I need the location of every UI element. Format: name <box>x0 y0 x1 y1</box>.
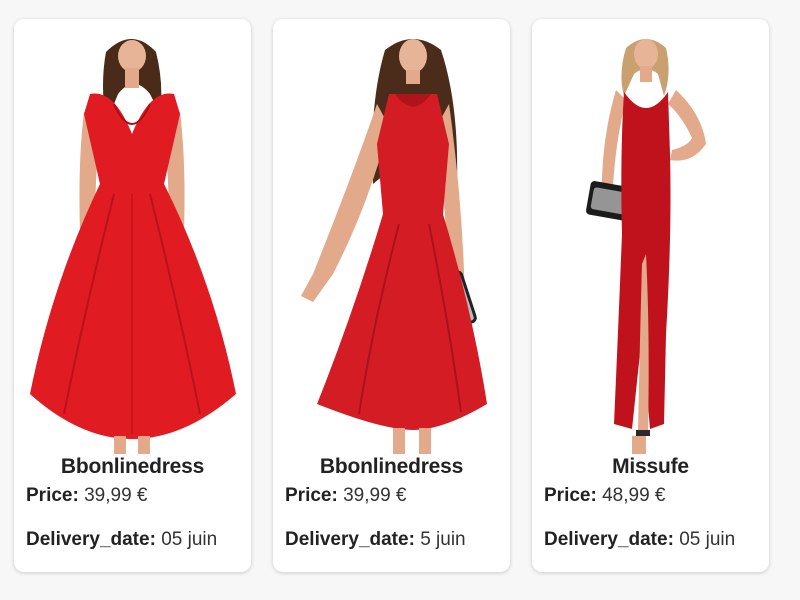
product-title[interactable]: Bbonlinedress <box>14 455 251 479</box>
product-title[interactable]: Bbonlinedress <box>273 455 510 479</box>
price-value: 39,99 € <box>343 485 407 506</box>
price-row: Price: 39,99 € <box>285 485 407 507</box>
price-value: 39,99 € <box>84 485 148 506</box>
price-row: Price: 39,99 € <box>26 485 148 507</box>
delivery-label: Delivery_date: <box>26 529 156 550</box>
product-image[interactable] <box>273 34 510 454</box>
red-swing-dress-photo-icon <box>30 39 236 454</box>
product-card[interactable]: Bbonlinedress Price: 39,99 € Delivery_da… <box>14 19 251 572</box>
delivery-row: Delivery_date: 05 juin <box>26 529 217 551</box>
product-grid: Bbonlinedress Price: 39,99 € Delivery_da… <box>0 0 800 600</box>
delivery-row: Delivery_date: 05 juin <box>544 529 735 551</box>
delivery-label: Delivery_date: <box>285 529 415 550</box>
delivery-label: Delivery_date: <box>544 529 674 550</box>
price-row: Price: 48,99 € <box>544 485 666 507</box>
delivery-value: 05 juin <box>161 529 218 550</box>
product-image[interactable] <box>14 34 251 454</box>
product-card[interactable]: Missufe Price: 48,99 € Delivery_date: 05… <box>532 19 769 572</box>
red-maxi-dress-photo-icon <box>586 39 706 454</box>
delivery-value: 5 juin <box>420 529 466 550</box>
price-value: 48,99 € <box>602 485 666 506</box>
price-label: Price: <box>26 485 79 506</box>
red-halter-dress-photo-icon <box>301 39 487 454</box>
product-card[interactable]: Bbonlinedress Price: 39,99 € Delivery_da… <box>273 19 510 572</box>
price-label: Price: <box>285 485 338 506</box>
delivery-row: Delivery_date: 5 juin <box>285 529 466 551</box>
price-label: Price: <box>544 485 597 506</box>
product-title[interactable]: Missufe <box>532 455 769 479</box>
delivery-value: 05 juin <box>679 529 736 550</box>
product-image[interactable] <box>532 34 769 454</box>
